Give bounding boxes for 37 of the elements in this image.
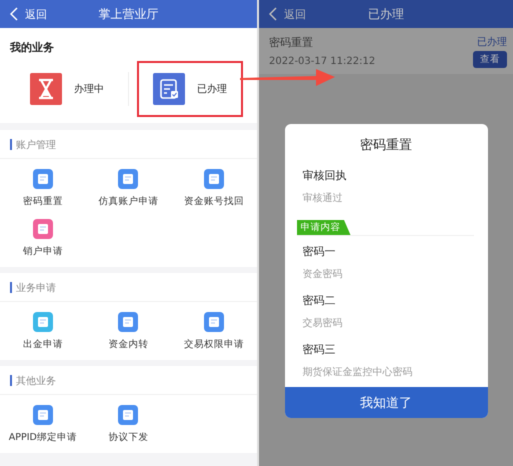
back-button[interactable]: 返回 <box>259 6 306 22</box>
field-label: 审核回执 <box>302 168 348 183</box>
section-title: 其他业务 <box>0 366 257 395</box>
service-item[interactable]: 密码重置 <box>0 165 86 215</box>
back-chevron-icon <box>269 7 277 21</box>
service-item[interactable]: 交易权限申请 <box>171 308 257 358</box>
page-title: 已办理 <box>368 6 404 22</box>
page-title: 掌上营业厅 <box>98 6 158 22</box>
back-chevron-icon <box>10 7 18 21</box>
back-button[interactable]: 返回 <box>0 6 47 22</box>
record-name: 密码重置 <box>269 35 314 50</box>
field-label: 密码一 <box>302 244 336 259</box>
field-label: 密码二 <box>302 293 336 308</box>
service-item[interactable]: APPID绑定申请 <box>0 401 86 451</box>
field-value: 交易密码 <box>302 316 344 331</box>
service-item[interactable]: 销户申请 <box>0 215 86 265</box>
service-item[interactable]: 协议下发 <box>86 401 172 451</box>
record-time: 2022-03-17 11:22:12 <box>269 56 376 67</box>
confirm-button[interactable]: 我知道了 <box>284 387 488 418</box>
service-item[interactable]: 资金账号找回 <box>171 165 257 215</box>
section-title: 业务申请 <box>0 273 257 302</box>
service-item[interactable]: 仿真账户申请 <box>86 165 172 215</box>
service-item[interactable]: 出金申请 <box>0 308 86 358</box>
field-value: 期货保证金监控中心密码 <box>302 366 414 380</box>
section-tag: 申请内容 <box>296 220 350 235</box>
field-label: 密码三 <box>302 342 336 357</box>
document-check-icon <box>153 73 185 105</box>
record-status: 已办理 <box>477 36 507 48</box>
hourglass-icon <box>30 73 62 105</box>
view-button[interactable]: 查看 <box>473 50 507 68</box>
business-tile[interactable]: 已办理 <box>137 61 243 117</box>
field-value: 资金密码 <box>302 268 344 282</box>
dialog-title: 密码重置 <box>359 137 413 155</box>
section-title: 账户管理 <box>0 130 257 159</box>
section-title: 我的业务 <box>10 40 55 55</box>
service-item[interactable]: 资金内转 <box>86 308 172 358</box>
field-value: 审核通过 <box>302 192 344 206</box>
